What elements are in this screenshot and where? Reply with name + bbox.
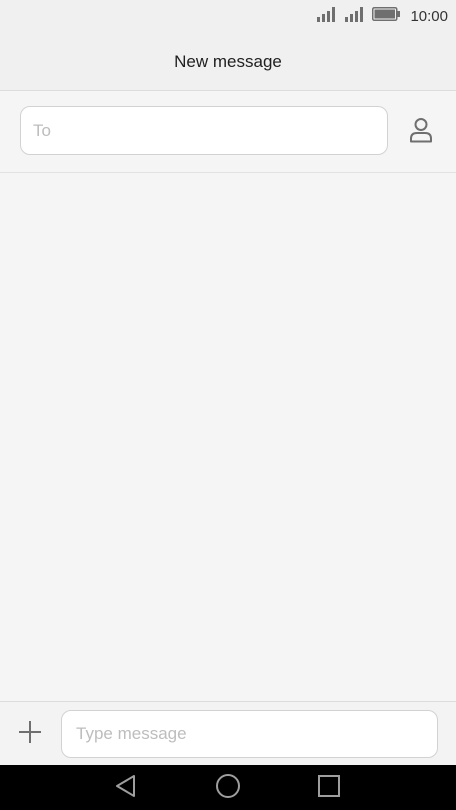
contact-picker-button[interactable] <box>404 117 438 147</box>
home-button[interactable] <box>214 773 242 804</box>
battery-icon <box>372 6 401 26</box>
navigation-bar <box>0 765 456 810</box>
header: New message <box>0 32 456 91</box>
back-triangle-icon <box>114 774 138 803</box>
add-attachment-button[interactable] <box>16 720 44 749</box>
recents-button[interactable] <box>315 774 343 802</box>
message-field[interactable] <box>61 710 438 758</box>
home-circle-icon <box>215 773 241 804</box>
signal-icon <box>344 6 364 27</box>
status-bar: 10:00 <box>0 0 456 32</box>
status-icons: 10:00 <box>316 6 448 26</box>
recents-square-icon <box>317 774 341 803</box>
page-title: New message <box>174 52 282 71</box>
status-time: 10:00 <box>410 7 448 25</box>
recipient-input[interactable] <box>33 107 373 154</box>
message-area <box>0 173 456 701</box>
back-button[interactable] <box>112 774 140 802</box>
message-input[interactable] <box>76 711 426 757</box>
signal-icon <box>316 6 336 27</box>
recipient-bar <box>0 91 456 173</box>
to-field[interactable] <box>20 106 388 155</box>
plus-icon <box>18 720 42 749</box>
composer <box>0 701 456 766</box>
contact-person-icon <box>409 117 433 148</box>
